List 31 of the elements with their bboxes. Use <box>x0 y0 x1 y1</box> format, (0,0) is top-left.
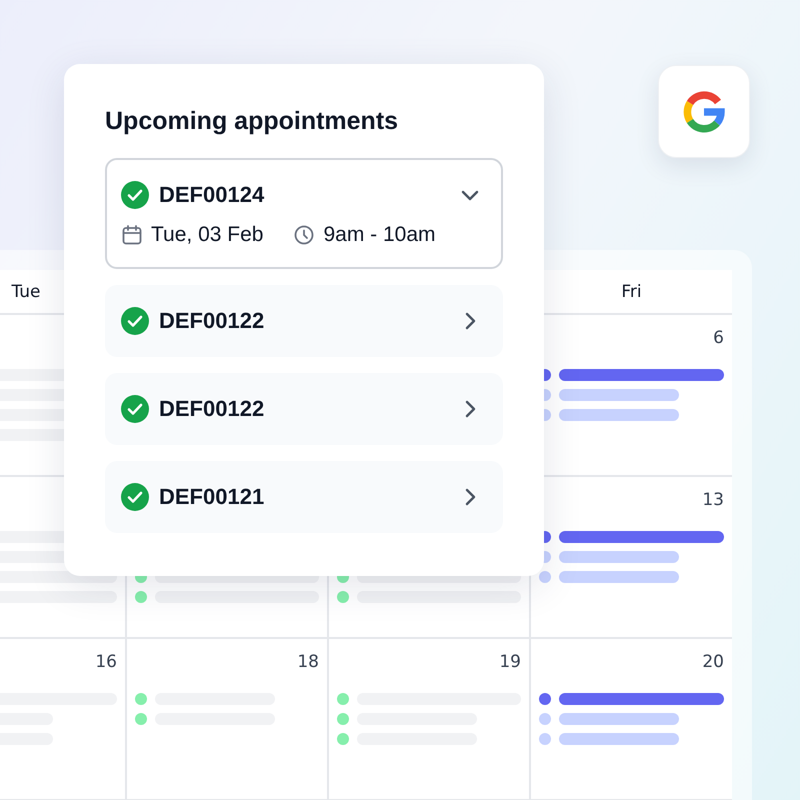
appointment-id: DEF00122 <box>159 396 266 422</box>
date-number: 16 <box>95 651 117 673</box>
event-bar[interactable] <box>559 409 679 421</box>
event-bar[interactable] <box>559 571 679 583</box>
event-bar[interactable] <box>559 693 724 705</box>
card-title: Upcoming appointments <box>105 106 400 137</box>
date-number: 19 <box>499 651 521 673</box>
date-number: 20 <box>702 651 724 673</box>
date-number: 13 <box>702 489 724 511</box>
calendar-icon <box>121 224 143 246</box>
appointment-item[interactable]: DEF00122 <box>105 373 503 445</box>
appointment-item[interactable]: DEF00121 <box>105 461 503 533</box>
date-number: 6 <box>713 327 724 349</box>
event-bar[interactable] <box>559 369 724 381</box>
event-bar[interactable] <box>559 531 724 543</box>
logo-icon <box>682 90 726 134</box>
appointment-id: DEF00121 <box>159 484 266 510</box>
clock-icon <box>293 224 316 246</box>
day-header: Tue <box>11 282 41 302</box>
event-bar[interactable] <box>559 551 679 563</box>
day-header: Fri <box>621 282 642 302</box>
appointment-item[interactable]: DEF00124 Tue, 03 Feb 9am - 10am <box>105 158 503 269</box>
appointment-id: DEF00122 <box>159 308 266 334</box>
appointment-id: DEF00124 <box>159 182 266 208</box>
date-number: 18 <box>297 651 319 673</box>
appointment-time: 9am - 10am <box>323 222 436 246</box>
event-bar[interactable] <box>559 389 679 401</box>
appointment-item[interactable]: DEF00122 <box>105 285 503 357</box>
appointment-date: Tue, 03 Feb <box>151 222 264 246</box>
event-bar[interactable] <box>559 733 679 745</box>
event-bar[interactable] <box>559 713 679 725</box>
